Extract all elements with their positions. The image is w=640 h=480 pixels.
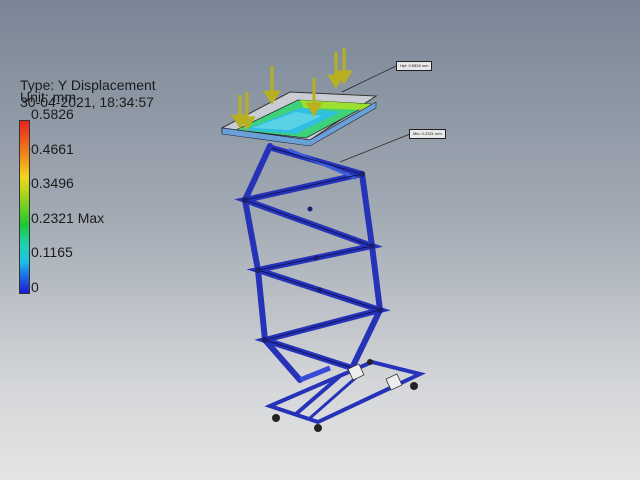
min-probe-label[interactable]: Min: 0.2321 mm <box>409 129 446 139</box>
max-probe-label[interactable]: Hpt: 0.5826 mm <box>396 61 433 71</box>
model-viewport[interactable] <box>0 0 640 480</box>
scissor-arms <box>234 143 391 383</box>
